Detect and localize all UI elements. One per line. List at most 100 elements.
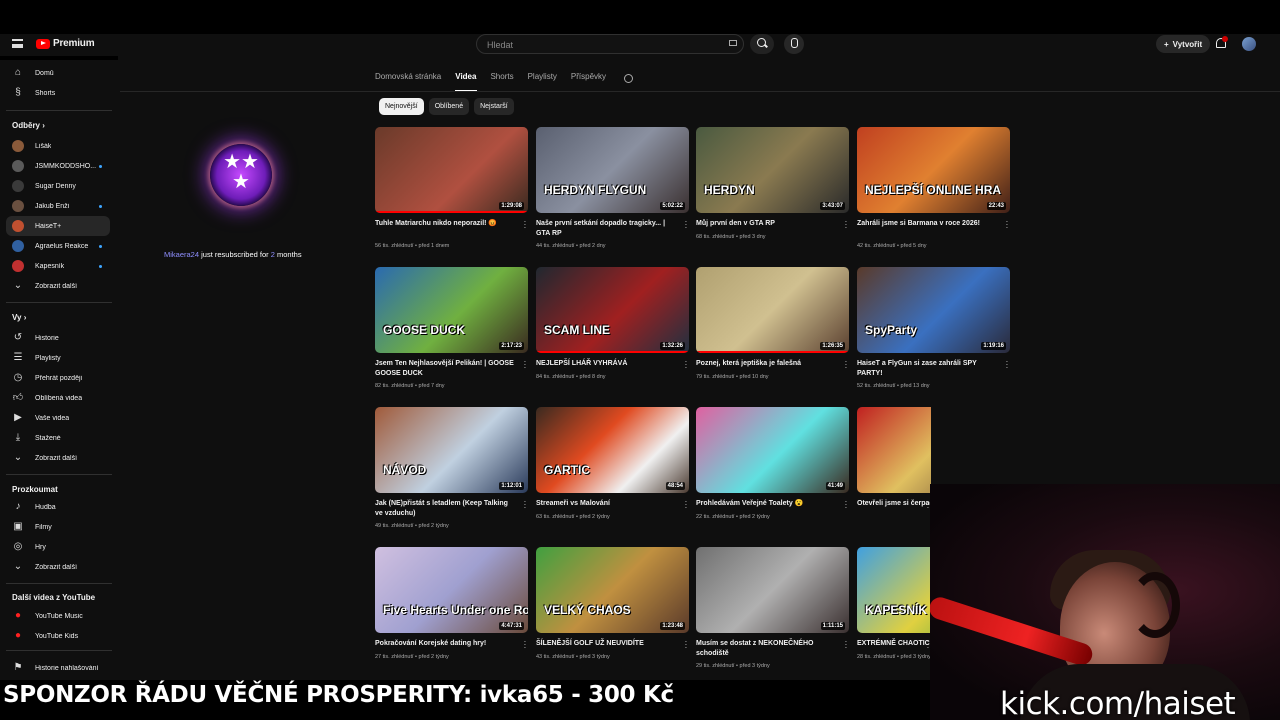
more-actions-icon[interactable]: · · ·: [523, 218, 527, 232]
video-title[interactable]: Naše první setkání dopadlo tragicky... |…: [536, 219, 676, 238]
more-actions-icon[interactable]: · · ·: [684, 358, 688, 372]
tab-0[interactable]: Domovská stránka: [375, 72, 441, 86]
video-thumbnail[interactable]: Five Hearts Under one Roof 4:47:31: [375, 547, 528, 633]
video-card[interactable]: 1:29:08 Tuhle Matriarchu nikdo neporazil!…: [375, 127, 528, 257]
more-actions-icon[interactable]: · · ·: [684, 638, 688, 652]
voice-search-button[interactable]: [784, 34, 804, 54]
channel-search-icon[interactable]: [624, 74, 634, 83]
video-title[interactable]: Musím se dostat z NEKONEČNÉHO schodiště: [696, 639, 836, 658]
sidebar-item-your-videos[interactable]: ▶ Vaše videa: [6, 408, 110, 428]
more-actions-icon[interactable]: · · ·: [523, 358, 527, 372]
sidebar-item-playlist[interactable]: ☰ Playlisty: [6, 348, 110, 368]
search-box[interactable]: [476, 34, 744, 54]
sidebar-item-channel-5[interactable]: Agraelus Reakce: [6, 236, 110, 256]
video-card[interactable]: 1:11:15 Musím se dostat z NEKONEČNÉHO sch…: [696, 547, 849, 677]
more-from-youtube-heading[interactable]: Další videa z YouTube: [12, 593, 95, 602]
video-card[interactable]: 41:49 Prohledávám Veřejné Toalety 😮 22 tis…: [696, 407, 849, 537]
sidebar-item-yt-app-1[interactable]: ● YouTube Kids: [6, 626, 110, 646]
video-title[interactable]: Poznej, která jeptiška je falešná: [696, 359, 836, 369]
more-actions-icon[interactable]: · · ·: [844, 218, 848, 232]
sidebar-item-home[interactable]: ⌂ Domů: [6, 63, 110, 83]
video-card[interactable]: KAPESNÍK FLYGUN EXTRÉMNĚ CHAOTICKÝ 28 tis.…: [857, 547, 931, 677]
video-thumbnail[interactable]: VELKÝ CHAOS 1:23:48: [536, 547, 689, 633]
sidebar-item-shorts[interactable]: § Shorts: [6, 83, 110, 103]
video-thumbnail[interactable]: HERDYN FLYGUN 5:02:22: [536, 127, 689, 213]
video-thumbnail[interactable]: GOOSE DUCK 2:17:23: [375, 267, 528, 353]
video-card[interactable]: SpyParty 1:19:16 HaiseT a FlyGun si zase z…: [857, 267, 1010, 397]
video-title[interactable]: Streameři vs Malování: [536, 499, 676, 509]
video-card[interactable]: 2:02:50 Otevřeli jsme si čerpací stanici …: [857, 407, 931, 537]
video-thumbnail[interactable]: 1:26:35: [696, 267, 849, 353]
more-actions-icon[interactable]: · · ·: [1005, 218, 1009, 232]
video-thumbnail[interactable]: 41:49: [696, 407, 849, 493]
more-actions-icon[interactable]: · · ·: [844, 638, 848, 652]
video-card[interactable]: SCAM LINE 1:32:26 NEJLEPŠÍ LHÁŘ VYHRÁVÁ 84 …: [536, 267, 689, 397]
video-title[interactable]: Pokračování Korejské dating hry!: [375, 639, 515, 649]
sidebar-item-watch-later[interactable]: ◷ Přehrát později: [6, 368, 110, 388]
tab-4[interactable]: Příspěvky: [571, 72, 606, 86]
video-title[interactable]: Zahráli jsme si Barmana v roce 2026!: [857, 219, 997, 229]
video-title[interactable]: EXTRÉMNĚ CHAOTICKÝ: [857, 639, 931, 649]
search-input[interactable]: [477, 36, 717, 54]
sidebar-item-history[interactable]: ↺ Historie: [6, 328, 110, 348]
video-thumbnail[interactable]: 2:02:50: [857, 407, 931, 493]
more-actions-icon[interactable]: · · ·: [844, 498, 848, 512]
video-title[interactable]: Jak (NE)přistát s letadlem (Keep Talking…: [375, 499, 515, 518]
video-card[interactable]: HERDYN FLYGUN 5:02:22 Naše první setkání d…: [536, 127, 689, 257]
sidebar-item-channel-0[interactable]: Lišák: [6, 136, 110, 156]
more-actions-icon[interactable]: · · ·: [1005, 358, 1009, 372]
sidebar-item-show-more-you[interactable]: ⌄ Zobrazit další: [6, 448, 110, 468]
more-actions-icon[interactable]: · · ·: [844, 358, 848, 372]
video-thumbnail[interactable]: NÁVOD 1:12:01: [375, 407, 528, 493]
video-card[interactable]: Five Hearts Under one Roof 4:47:31 Pokračo…: [375, 547, 528, 677]
video-title[interactable]: Jsem Ten Nejhlasovější Pelikán! | GOOSE …: [375, 359, 515, 378]
sidebar-item-like[interactable]: 👍︎ Oblíbená videa: [6, 388, 110, 408]
sidebar-item-download[interactable]: ⤓ Stažené: [6, 428, 110, 448]
filter-chip-0[interactable]: Nejnovější: [379, 98, 424, 115]
sidebar-item-channel-2[interactable]: Sugar Denny: [6, 176, 110, 196]
filter-chip-2[interactable]: Nejstarší: [474, 98, 514, 115]
video-thumbnail[interactable]: SCAM LINE 1:32:26: [536, 267, 689, 353]
sidebar-item-channel-1[interactable]: JSMMKODDSHO...: [6, 156, 110, 176]
video-card[interactable]: 1:26:35 Poznej, která jeptiška je falešná…: [696, 267, 849, 397]
menu-icon[interactable]: [12, 39, 23, 48]
tab-2[interactable]: Shorts: [490, 72, 513, 86]
sidebar-item-show-more-subs[interactable]: ⌄ Zobrazit další: [6, 276, 110, 296]
sidebar-item-channel-4[interactable]: HaiseT+: [6, 216, 110, 236]
tab-3[interactable]: Playlisty: [528, 72, 557, 86]
search-button[interactable]: [750, 34, 774, 54]
video-thumbnail[interactable]: 1:29:08: [375, 127, 528, 213]
video-thumbnail[interactable]: HERDYN 3:43:07: [696, 127, 849, 213]
filter-chip-1[interactable]: Oblíbené: [428, 98, 470, 115]
video-title[interactable]: ŠÍLENĚJŠÍ GOLF UŽ NEUVIDÍTE: [536, 639, 676, 649]
more-actions-icon[interactable]: · · ·: [523, 498, 527, 512]
sidebar-item-report-history[interactable]: ⚑ Historie nahlašování: [6, 658, 110, 678]
youtube-logo[interactable]: Premium: [36, 38, 95, 49]
sidebar-item-yt-app-0[interactable]: ● YouTube Music: [6, 606, 110, 626]
sidebar-item-music[interactable]: ♪ Hudba: [6, 497, 110, 517]
sidebar-item-gaming[interactable]: ◎ Hry: [6, 537, 110, 557]
sidebar-item-show-more-explore[interactable]: ⌄ Zobrazit další: [6, 557, 110, 577]
video-card[interactable]: GARTIC 48:54 Streameři vs Malování 63 tis. …: [536, 407, 689, 537]
video-thumbnail[interactable]: KAPESNÍK FLYGUN: [857, 547, 931, 633]
subscriptions-heading[interactable]: Odběry ›: [12, 121, 45, 130]
video-card[interactable]: VELKÝ CHAOS 1:23:48 ŠÍLENĚJŠÍ GOLF UŽ NEUV…: [536, 547, 689, 677]
more-actions-icon[interactable]: · · ·: [523, 638, 527, 652]
sidebar-item-channel-6[interactable]: Kapesník: [6, 256, 110, 276]
create-button[interactable]: + Vytvořit: [1156, 35, 1211, 53]
video-title[interactable]: Otevřeli jsme si čerpací stanici ⛽: [857, 499, 931, 509]
tab-1[interactable]: Videa: [455, 72, 476, 86]
you-heading[interactable]: Vy ›: [12, 313, 26, 322]
more-actions-icon[interactable]: · · ·: [684, 218, 688, 232]
video-thumbnail[interactable]: 1:11:15: [696, 547, 849, 633]
video-card[interactable]: NEJLEPŠÍ ONLINE HRA 22:43 Zahráli jsme si …: [857, 127, 1010, 257]
video-title[interactable]: HaiseT a FlyGun si zase zahráli SPY PART…: [857, 359, 997, 378]
video-card[interactable]: GOOSE DUCK 2:17:23 Jsem Ten Nejhlasovější …: [375, 267, 528, 397]
video-thumbnail[interactable]: GARTIC 48:54: [536, 407, 689, 493]
video-title[interactable]: Můj první den v GTA RP: [696, 219, 836, 229]
video-card[interactable]: HERDYN 3:43:07 Můj první den v GTA RP 68 ti…: [696, 127, 849, 257]
keyboard-icon[interactable]: [729, 40, 737, 46]
explore-heading[interactable]: Prozkoumat: [12, 485, 58, 494]
account-avatar[interactable]: [1242, 37, 1256, 51]
video-title[interactable]: Tuhle Matriarchu nikdo neporazil! 😡: [375, 219, 515, 229]
